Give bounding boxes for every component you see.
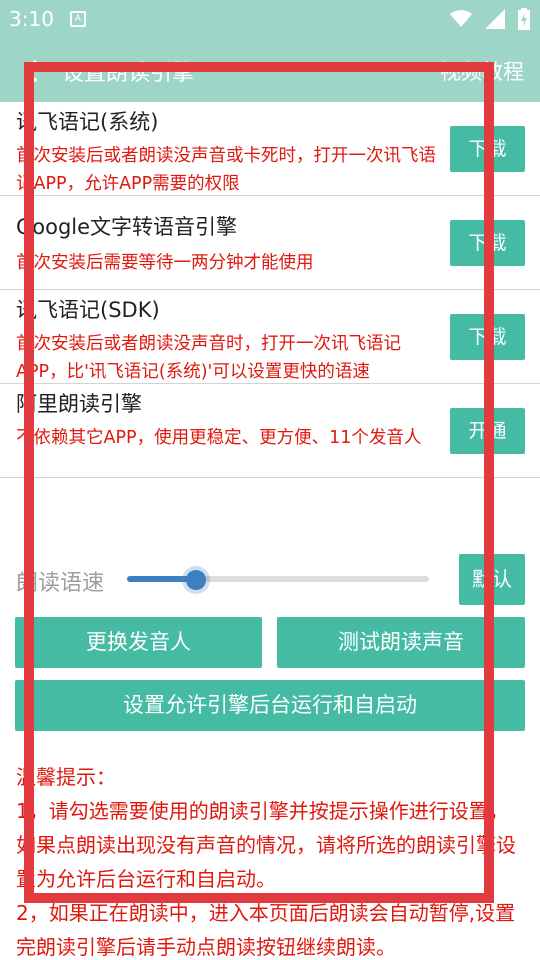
engine-item-xunfei-system[interactable]: 讯飞语记(系统) 首次安装后或者朗读没声音或卡死时，打开一次讯飞语记APP，允许… <box>0 102 540 196</box>
status-bar: 3:10 A <box>0 0 540 40</box>
toolbar: 设置朗读引擎 视频教程 <box>0 40 540 102</box>
engine-name: 阿里朗读引擎 <box>16 392 142 416</box>
default-speed-button[interactable]: 默认 <box>459 554 525 605</box>
speed-label: 朗读语速 <box>16 571 105 596</box>
download-button[interactable]: 下载 <box>450 220 525 266</box>
engine-name: 讯飞语记(SDK) <box>16 298 160 322</box>
download-button[interactable]: 下载 <box>450 314 525 360</box>
engine-item-ali[interactable]: 阿里朗读引擎 不依赖其它APP，使用更稳定、更方便、11个发音人 开通 <box>0 384 540 478</box>
download-button[interactable]: 下载 <box>450 126 525 172</box>
video-tutorial-link[interactable]: 视频教程 <box>440 56 524 86</box>
signal-icon <box>484 9 505 29</box>
tips-section: 温馨提示： 1，请勾选需要使用的朗读引擎并按提示操作进行设置，如果点朗读出现没有… <box>16 760 526 960</box>
activate-button[interactable]: 开通 <box>450 408 525 454</box>
back-arrow-icon[interactable] <box>16 55 48 87</box>
engine-description: 首次安装后或者朗读没声音或卡死时，打开一次讯飞语记APP，允许APP需要的权限 <box>16 146 436 194</box>
engine-description: 不依赖其它APP，使用更稳定、更方便、11个发音人 <box>16 428 422 448</box>
speed-slider[interactable] <box>127 570 429 590</box>
tips-title: 温馨提示： <box>16 765 116 789</box>
tips-line-1: 1，请勾选需要使用的朗读引擎并按提示操作进行设置，如果点朗读出现没有声音的情况，… <box>16 799 516 891</box>
engine-description: 首次安装后或者朗读没声音时，打开一次讯飞语记APP，比'讯飞语记(系统)'可以设… <box>16 334 401 382</box>
slider-thumb[interactable] <box>186 570 207 590</box>
engine-item-google[interactable]: Google文字转语音引擎 首次安装后需要等待一两分钟才能使用 下载 <box>0 196 540 290</box>
engine-name: 讯飞语记(系统) <box>16 110 159 134</box>
background-run-button[interactable]: 设置允许引擎后台运行和自启动 <box>15 680 525 731</box>
engine-item-xunfei-sdk[interactable]: 讯飞语记(SDK) 首次安装后或者朗读没声音时，打开一次讯飞语记APP，比'讯飞… <box>0 290 540 384</box>
battery-icon <box>518 8 530 30</box>
tips-line-2: 2，如果正在朗读中，进入本页面后朗读会自动暂停,设置完朗读引擎后请手动点朗读按钮… <box>16 901 516 959</box>
engine-name: Google文字转语音引擎 <box>16 215 238 239</box>
wifi-icon <box>449 10 472 27</box>
engine-description: 首次安装后需要等待一两分钟才能使用 <box>16 253 314 273</box>
change-voice-button[interactable]: 更换发音人 <box>15 617 262 668</box>
notification-icon: A <box>70 11 86 27</box>
test-voice-button[interactable]: 测试朗读声音 <box>277 617 525 668</box>
system-icons <box>442 8 530 30</box>
page-title: 设置朗读引擎 <box>62 61 195 86</box>
status-time: 3:10 <box>9 7 54 31</box>
